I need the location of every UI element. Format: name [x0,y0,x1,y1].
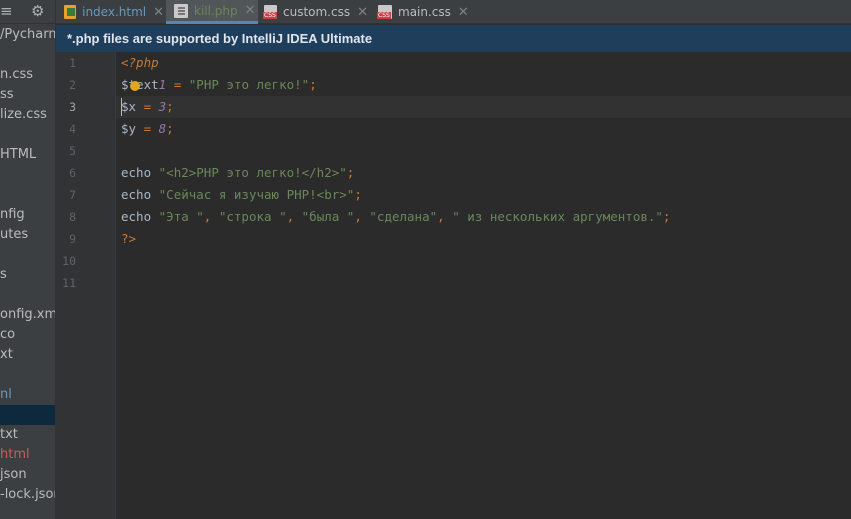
code-editor[interactable]: <?php$text1 = "PHP это легко!";$x = 3;$y… [116,52,851,519]
tree-item[interactable]: ss [0,85,55,105]
tree-item[interactable]: n.css [0,65,55,85]
line-number: 1 [69,56,76,70]
project-path[interactable]: /Pycharm [0,25,55,45]
tab-label: custom.css [282,5,351,19]
tree-item[interactable]: co [0,325,55,345]
tree-item[interactable]: s [0,265,55,285]
css-file-icon [263,5,277,19]
project-panel-toolbar: ≡ ⚙ [0,0,55,24]
css-file-icon [377,5,392,19]
line-number: 5 [69,144,76,158]
code-line[interactable]: $x = 3; [121,96,174,118]
close-icon[interactable]: ✕ [357,5,368,20]
current-line-highlight [116,96,851,118]
line-number: 7 [69,188,76,202]
line-number: 3 [69,100,76,114]
tree-item[interactable]: txt [0,425,55,445]
plugin-notification-banner: *.php files are supported by IntelliJ ID… [56,25,851,52]
line-number: 8 [69,210,76,224]
tab-label: index.html [82,5,147,19]
tree-item[interactable]: nl [0,385,55,405]
line-number-gutter[interactable]: 1 2 3 4 5 6 7 8 9 10 11 [56,52,116,519]
php-file-icon [174,3,188,18]
tab-main-css[interactable]: main.css ✕ [370,0,470,24]
tree-item[interactable]: xt [0,345,55,365]
code-line[interactable]: echo "Сейчас я изучаю PHP!<br>"; [121,184,362,206]
intention-bulb-icon[interactable] [130,81,140,91]
tab-index-html[interactable]: index.html ✕ [56,0,164,24]
tab-label: main.css [398,5,451,19]
tree-item-selected[interactable] [0,405,55,425]
text-caret [121,98,122,116]
html-file-icon [64,5,77,19]
tree-item[interactable]: utes [0,225,55,245]
line-number: 9 [69,232,76,246]
line-number: 4 [69,122,76,136]
tree-item[interactable]: HTML [0,145,55,165]
collapse-all-icon[interactable]: ≡ [0,2,13,20]
editor-tab-bar: index.html ✕ kill.php ✕ custom.css ✕ mai… [56,0,851,24]
code-line[interactable]: $y = 8; [121,118,174,140]
tab-custom-css[interactable]: custom.css ✕ [256,0,368,24]
tree-item[interactable]: onfig.xml [0,305,55,325]
tree-item[interactable]: nfig [0,205,55,225]
close-icon[interactable]: ✕ [245,3,256,18]
code-line[interactable]: echo "<h2>PHP это легко!</h2>"; [121,162,354,184]
line-number: 10 [62,254,76,268]
close-icon[interactable]: ✕ [458,5,469,20]
project-panel[interactable]: ≡ ⚙ /Pycharm n.css ss lize.css HTML nfig… [0,0,56,519]
code-line[interactable]: $text1 = "PHP это легко!"; [121,74,317,96]
line-number: 6 [69,166,76,180]
tab-kill-php[interactable]: kill.php ✕ [166,0,258,24]
close-icon[interactable]: ✕ [153,5,164,20]
code-line[interactable]: ?> [121,228,136,250]
tree-item[interactable]: lize.css [0,105,55,125]
line-number: 11 [62,276,76,290]
line-number: 2 [69,78,76,92]
gear-icon[interactable]: ⚙ [31,2,44,20]
tree-item[interactable]: html [0,445,55,465]
banner-text: *.php files are supported by IntelliJ ID… [67,31,373,46]
code-line[interactable]: echo "Эта ", "строка ", "была ", "сделан… [121,206,670,228]
tree-item[interactable]: -lock.json [0,485,55,505]
tab-label: kill.php [194,3,238,18]
code-line[interactable]: <?php [121,52,159,74]
tree-item[interactable]: json [0,465,55,485]
